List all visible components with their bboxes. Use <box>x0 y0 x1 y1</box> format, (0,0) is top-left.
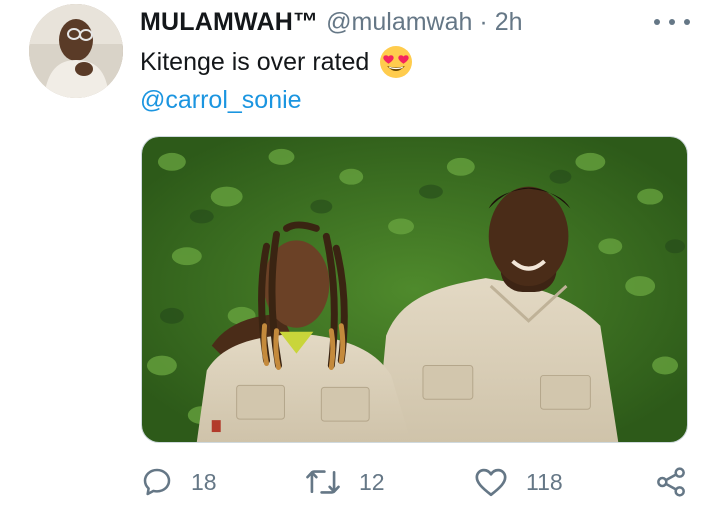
tweet-photo[interactable] <box>141 136 688 443</box>
avatar[interactable] <box>29 4 123 98</box>
user-handle[interactable]: @mulamwah <box>326 8 472 37</box>
share-button[interactable] <box>654 460 688 504</box>
heart-icon <box>475 468 507 497</box>
avatar-image <box>29 4 123 98</box>
tweet-header: MULAMWAH™ @mulamwah · 2h <box>140 5 523 39</box>
reply-button[interactable]: 18 <box>141 460 217 504</box>
like-count: 118 <box>526 468 563 495</box>
tweet-text-content: Kitenge is over rated <box>140 48 370 76</box>
tweet-text: Kitenge is over rated <box>140 44 413 80</box>
mention-link[interactable]: @carrol_sonie <box>140 82 302 118</box>
share-icon <box>657 467 685 497</box>
retweet-count: 12 <box>359 468 385 495</box>
tweet: MULAMWAH™ @mulamwah · 2h Kitenge is over… <box>0 0 720 513</box>
more-options-icon[interactable] <box>654 14 690 30</box>
tweet-actions: 18 12 118 <box>0 460 720 504</box>
photo-image <box>142 137 687 442</box>
reply-icon <box>143 468 171 496</box>
reply-count: 18 <box>191 468 217 495</box>
timestamp[interactable]: 2h <box>495 8 523 37</box>
retweet-button[interactable]: 12 <box>305 460 385 504</box>
retweet-icon <box>306 470 340 494</box>
heart-eyes-emoji-icon <box>379 45 413 79</box>
separator-dot: · <box>479 7 488 36</box>
display-name[interactable]: MULAMWAH™ <box>140 8 318 37</box>
like-button[interactable]: 118 <box>474 460 563 504</box>
